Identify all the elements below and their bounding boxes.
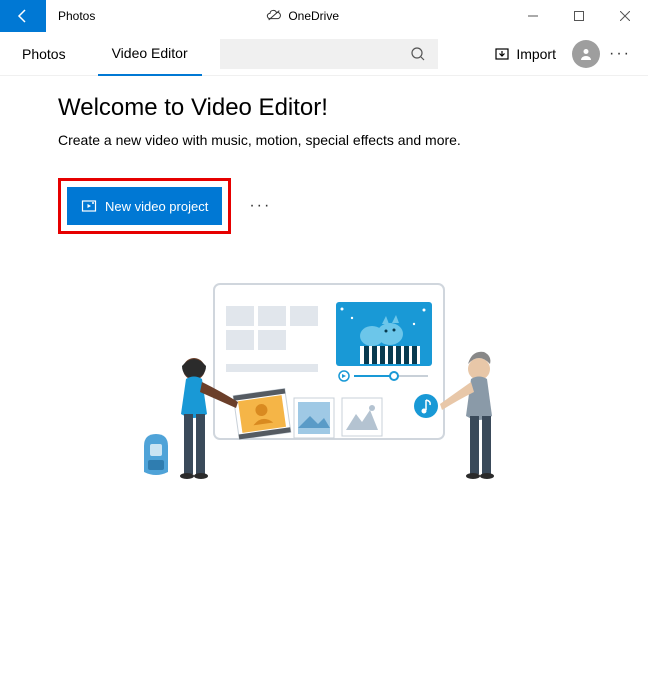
close-icon (620, 11, 630, 21)
maximize-button[interactable] (556, 0, 602, 32)
close-button[interactable] (602, 0, 648, 32)
app-title: Photos (58, 9, 95, 23)
highlight-annotation: New video project (58, 178, 231, 234)
action-row: New video project ··· (58, 178, 590, 234)
minimize-icon (528, 11, 538, 21)
video-project-icon (81, 198, 97, 214)
import-label: Import (516, 46, 556, 62)
import-button[interactable]: Import (486, 46, 564, 62)
person-icon (578, 46, 594, 62)
back-button[interactable] (0, 0, 46, 32)
new-video-project-label: New video project (105, 199, 208, 214)
tab-video-editor[interactable]: Video Editor (98, 32, 202, 76)
window-controls (510, 0, 648, 32)
content: Welcome to Video Editor! Create a new vi… (0, 76, 648, 494)
arrow-left-icon (15, 8, 31, 24)
illustration (58, 274, 590, 494)
welcome-illustration (114, 274, 534, 494)
titlebar: Photos OneDrive (0, 0, 648, 32)
maximize-icon (574, 11, 584, 21)
action-more-button[interactable]: ··· (241, 197, 279, 215)
onedrive-label: OneDrive (288, 9, 339, 23)
more-button[interactable]: ··· (600, 45, 640, 63)
search-input[interactable] (220, 39, 438, 69)
search-icon (410, 46, 426, 62)
tab-photos[interactable]: Photos (8, 32, 80, 76)
new-video-project-button[interactable]: New video project (67, 187, 222, 225)
toolbar: Photos Video Editor Import ··· (0, 32, 648, 76)
page-title: Welcome to Video Editor! (58, 94, 590, 122)
cloud-icon (266, 8, 282, 24)
minimize-button[interactable] (510, 0, 556, 32)
titlebar-center: OneDrive (95, 8, 510, 24)
import-icon (494, 46, 510, 62)
page-subtitle: Create a new video with music, motion, s… (58, 132, 590, 148)
avatar[interactable] (572, 40, 600, 68)
